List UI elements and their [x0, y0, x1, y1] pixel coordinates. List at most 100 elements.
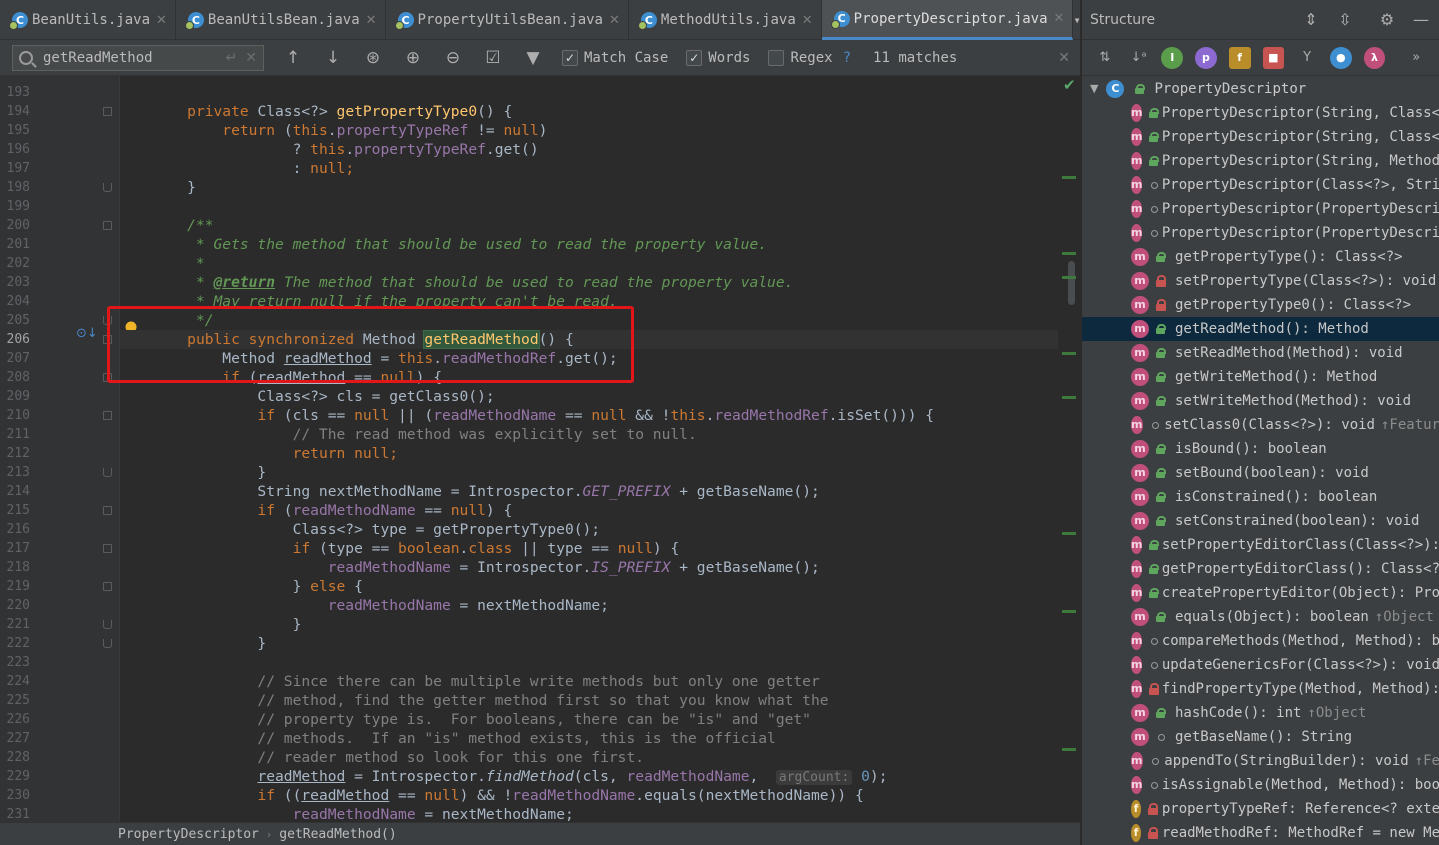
code-line[interactable]: return (this.propertyTypeRef != null) [152, 121, 547, 140]
show-non-public-icon[interactable]: ■ [1262, 46, 1285, 69]
change-marker[interactable] [1062, 396, 1076, 399]
change-marker[interactable] [1062, 748, 1076, 751]
fold-marker-icon[interactable] [103, 221, 112, 230]
change-marker[interactable] [1062, 532, 1076, 535]
structure-item[interactable]: m getPropertyType(): Class<?> [1082, 245, 1439, 269]
line-number[interactable]: 198 [0, 178, 30, 197]
line-number[interactable]: 222 [0, 634, 30, 653]
fold-marker-icon[interactable] [103, 316, 112, 325]
hide-panel-icon[interactable]: — [1411, 10, 1431, 29]
structure-item[interactable]: m getPropertyType0(): Class<?> [1082, 293, 1439, 317]
line-number[interactable]: 207 [0, 349, 30, 368]
line-number[interactable]: 218 [0, 558, 30, 577]
implementation-marker-icon[interactable]: ⊙↓ [76, 326, 98, 341]
editor-tab[interactable]: C PropertyDescriptor.java ✕ [821, 0, 1074, 40]
add-occurrence-button[interactable]: ⊕ [402, 48, 424, 68]
structure-item[interactable]: m setClass0(Class<?>): void ↑Featur [1082, 413, 1439, 437]
show-lambdas-icon[interactable]: Y [1296, 47, 1318, 69]
code-line[interactable]: * @return The method that should be used… [152, 273, 794, 292]
regex-check-icon[interactable] [768, 49, 785, 66]
structure-item[interactable]: m PropertyDescriptor(String, Method [1082, 149, 1439, 173]
structure-item[interactable]: m appendTo(StringBuilder): void ↑Fe [1082, 749, 1439, 773]
code-line[interactable]: Method readMethod = this.readMethodRef.g… [152, 349, 617, 368]
line-number[interactable]: 199 [0, 197, 30, 216]
code-line[interactable]: */ [152, 311, 214, 330]
code-line[interactable]: if (type == boolean.class || type == nul… [152, 539, 680, 558]
line-number[interactable]: 202 [0, 254, 30, 273]
error-stripe[interactable]: ✔ [1058, 76, 1080, 822]
structure-item[interactable]: m setReadMethod(Method): void [1082, 341, 1439, 365]
find-all-occurrences-button[interactable]: ⊛ [362, 48, 384, 68]
close-tab-icon[interactable]: ✕ [609, 13, 620, 28]
structure-item[interactable]: m createPropertyEditor(Object): Pro [1082, 581, 1439, 605]
fold-marker-icon[interactable] [103, 335, 112, 344]
close-find-bar-icon[interactable]: ✕ [1058, 50, 1070, 66]
code-line[interactable]: if (cls == null || (readMethodName == nu… [152, 406, 934, 425]
line-number[interactable]: 215 [0, 501, 30, 520]
structure-tree[interactable]: ▼ C PropertyDescriptor m PropertyDescriptor(… [1082, 77, 1439, 845]
search-input[interactable] [43, 49, 218, 66]
collapse-all-icon[interactable]: ⇳ [1335, 10, 1355, 29]
line-number[interactable]: 219 [0, 577, 30, 596]
sort-alphabetically-icon[interactable]: ↓ᵃ [1128, 47, 1150, 69]
fold-marker-icon[interactable] [103, 582, 112, 591]
match-case-check-icon[interactable]: ✓ [562, 49, 578, 66]
code-line[interactable]: readMethodName = nextMethodName; [152, 596, 609, 615]
editor-tab[interactable]: C MethodUtils.java ✕ [629, 0, 822, 40]
line-number[interactable]: 204 [0, 292, 30, 311]
structure-item[interactable]: m isAssignable(Method, Method): boo [1082, 773, 1439, 797]
change-marker[interactable] [1062, 610, 1076, 613]
line-number[interactable]: 197 [0, 159, 30, 178]
show-properties-icon[interactable]: p [1195, 46, 1217, 69]
change-marker[interactable] [1062, 252, 1076, 255]
editor-tab[interactable]: C PropertyUtilsBean.java ✕ [386, 0, 629, 40]
regex-help-link[interactable]: ? [843, 50, 851, 66]
structure-item[interactable]: m hashCode(): int ↑Object [1082, 701, 1439, 725]
line-number[interactable]: 200 [0, 216, 30, 235]
line-number[interactable]: 230 [0, 786, 30, 805]
change-marker[interactable] [1062, 276, 1076, 279]
line-number[interactable]: 194 [0, 102, 30, 121]
code-line[interactable]: } [152, 615, 302, 634]
clear-search-icon[interactable]: ✕ [245, 50, 257, 66]
code-line[interactable]: // The read method was explicitly set to… [152, 425, 697, 444]
newline-icon[interactable]: ↵ [226, 50, 238, 66]
line-number[interactable]: 226 [0, 710, 30, 729]
code-line[interactable]: // Since there can be multiple write met… [152, 672, 819, 691]
select-all-occurrences-button[interactable]: ☑ [482, 48, 504, 68]
line-number[interactable]: 228 [0, 748, 30, 767]
fold-marker-icon[interactable] [103, 620, 112, 629]
structure-item[interactable]: m PropertyDescriptor(PropertyDescri [1082, 221, 1439, 245]
code-line[interactable]: return null; [152, 444, 398, 463]
no-problems-check-icon[interactable]: ✔ [1063, 76, 1076, 94]
scrollbar-thumb[interactable] [1068, 261, 1075, 305]
line-number[interactable]: 209 [0, 387, 30, 406]
words-checkbox[interactable]: ✓ Words [686, 49, 750, 66]
structure-item[interactable]: m PropertyDescriptor(String, Class< [1082, 101, 1439, 125]
line-number[interactable]: 201 [0, 235, 30, 254]
structure-item[interactable]: m getReadMethod(): Method [1082, 317, 1439, 341]
line-number[interactable]: 212 [0, 444, 30, 463]
fold-marker-icon[interactable] [103, 411, 112, 420]
line-number-gutter[interactable]: 193 194 195 196 197 198 199 200 201 202 203 204 205 2… [0, 76, 120, 822]
structure-item[interactable]: m PropertyDescriptor(PropertyDescri [1082, 197, 1439, 221]
code-line[interactable]: * May return null if the property can't … [152, 292, 618, 311]
match-case-checkbox[interactable]: ✓ Match Case [562, 49, 668, 66]
next-occurrence-button[interactable]: ↓ [322, 48, 344, 68]
line-number[interactable]: 213 [0, 463, 30, 482]
structure-item[interactable]: m isConstrained(): boolean [1082, 485, 1439, 509]
regex-checkbox[interactable]: Regex [768, 49, 833, 66]
code-line[interactable]: String nextMethodName = Introspector.GET… [152, 482, 819, 501]
line-number[interactable]: 216 [0, 520, 30, 539]
structure-item[interactable]: m getPropertyEditorClass(): Class<? [1082, 557, 1439, 581]
structure-root-node[interactable]: ▼ C PropertyDescriptor [1082, 77, 1439, 101]
code-line[interactable]: if ((readMethod == null) && !readMethodN… [152, 786, 863, 805]
structure-item[interactable]: f propertyTypeRef: Reference<? exte [1082, 797, 1439, 821]
structure-item[interactable]: m compareMethods(Method, Method): b [1082, 629, 1439, 653]
show-anonymous-icon[interactable]: ● [1329, 46, 1352, 69]
line-number[interactable]: 205 [0, 311, 30, 330]
line-number[interactable]: 231 [0, 805, 30, 822]
code-line[interactable]: if (readMethodName == null) { [152, 501, 512, 520]
code-line[interactable]: Class<?> type = getPropertyType0(); [152, 520, 601, 539]
code-line[interactable]: * [152, 254, 205, 273]
